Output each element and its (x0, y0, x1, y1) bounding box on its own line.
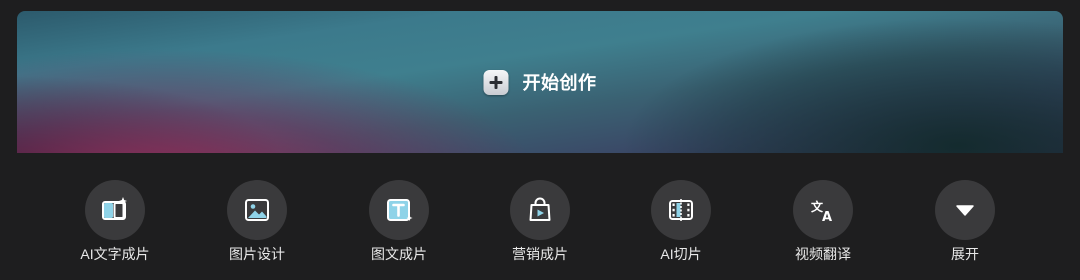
plus-icon (483, 69, 509, 95)
tool-label: AI切片 (660, 246, 702, 262)
start-creation-button[interactable]: 开始创作 (483, 69, 597, 95)
image-icon (245, 199, 269, 221)
tool-icon-circle (935, 180, 995, 240)
tool-image-design[interactable]: 图片设计 (197, 180, 317, 263)
tool-video-translation[interactable]: 文 A 视频翻译 (763, 180, 883, 263)
tool-label: 视频翻译 (795, 246, 851, 262)
triangle-down-icon (956, 205, 974, 216)
translate-icon: 文 A (811, 199, 832, 225)
shopping-bag-play-icon (529, 197, 551, 221)
tool-label: 营销成片 (512, 246, 568, 262)
tool-ai-text-to-video[interactable]: AI文字成片 (55, 180, 175, 263)
tool-icon-circle (651, 180, 711, 240)
tool-label: 展开 (951, 246, 979, 262)
tool-label: 图片设计 (229, 246, 285, 262)
tool-icon-circle (85, 180, 145, 240)
tool-bar: AI文字成片 图片设计 图文成片 营销成片 AI切片 文 A 视频翻译 展开 (0, 180, 1080, 270)
tool-marketing-video[interactable]: 营销成片 (480, 180, 600, 263)
tool-label: 图文成片 (371, 246, 427, 262)
start-creation-label: 开始创作 (522, 73, 597, 93)
tool-label: AI文字成片 (80, 246, 150, 262)
tool-icon-circle (227, 180, 287, 240)
tool-expand[interactable]: 展开 (905, 180, 1025, 263)
start-creation-banner[interactable]: 开始创作 (17, 11, 1063, 153)
tool-ai-clip[interactable]: AI切片 (621, 180, 741, 263)
tool-icon-circle (369, 180, 429, 240)
tool-icon-circle: 文 A (793, 180, 853, 240)
book-sparkle-icon (102, 197, 127, 220)
svg-text:A: A (822, 210, 832, 225)
text-box-sparkle-icon (387, 199, 413, 221)
tool-text-image-video[interactable]: 图文成片 (339, 180, 459, 263)
tool-icon-circle (510, 180, 570, 240)
film-split-icon (669, 199, 693, 221)
